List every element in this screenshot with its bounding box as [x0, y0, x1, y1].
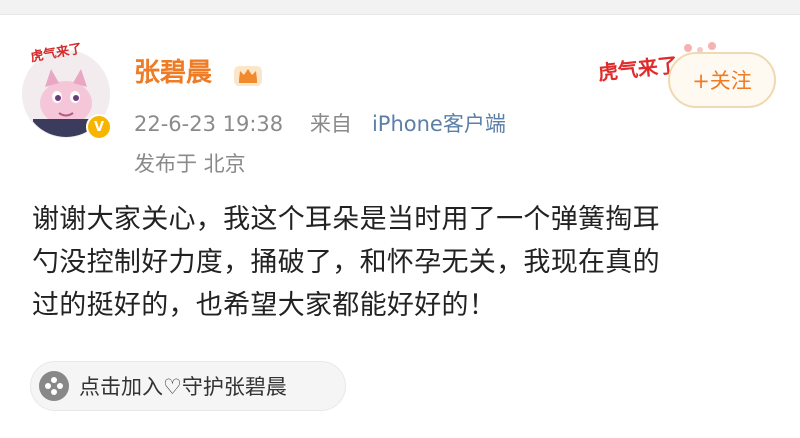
post-content: 谢谢大家关心，我这个耳朵是当时用了一个弹簧掏耳 勺没控制好力度，捅破了，和怀孕无… — [32, 198, 780, 327]
follow-button[interactable]: +关注 — [668, 52, 776, 108]
source-prefix: 来自 — [309, 112, 352, 136]
avatar-wrap[interactable]: 虎气来了 V — [22, 42, 112, 142]
guard-label: 点击加入♡守护张碧晨 — [79, 375, 287, 399]
guard-flower-icon — [39, 371, 69, 401]
content-line: 谢谢大家关心，我这个耳朵是当时用了一个弹簧掏耳 — [32, 204, 660, 235]
top-strip — [0, 0, 800, 15]
post-location: 发布于 北京 — [134, 152, 246, 176]
post-source-link[interactable]: iPhone客户端 — [372, 112, 506, 136]
post-meta: 22-6-23 19:38 来自 iPhone客户端 — [134, 110, 506, 138]
verified-badge-icon: V — [86, 114, 112, 140]
post-time: 22-6-23 19:38 — [134, 112, 284, 136]
content-line: 勺没控制好力度，捅破了，和怀孕无关，我现在真的 — [32, 247, 660, 278]
crown-icon — [234, 66, 262, 86]
content-line: 过的挺好的，也希望大家都能好好的！ — [32, 290, 497, 321]
username[interactable]: 张碧晨 — [134, 56, 212, 90]
promo-text: 虎气来了 — [597, 53, 679, 84]
guard-join-button[interactable]: 点击加入♡守护张碧晨 — [30, 361, 346, 411]
